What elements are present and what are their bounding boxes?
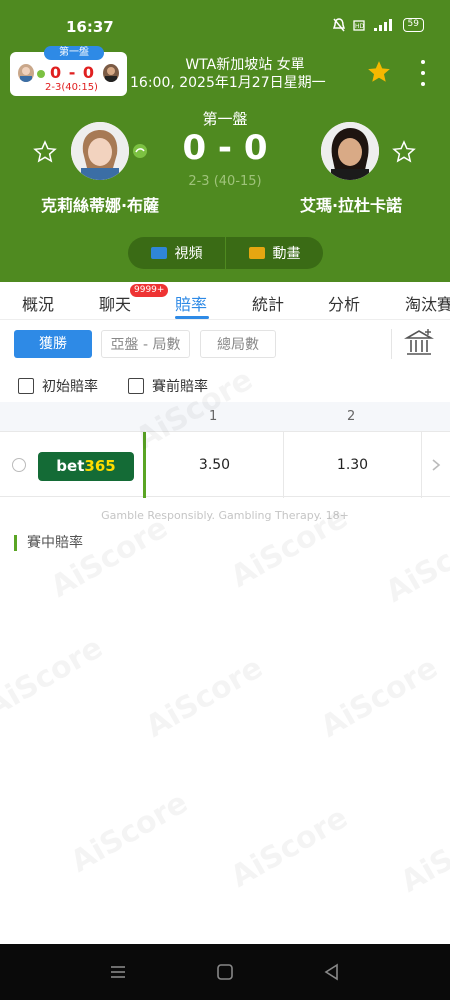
video-icon	[150, 247, 167, 259]
odds-row[interactable]: bet365 3.50 1.30	[0, 431, 450, 498]
odds-table-header: 1 2	[0, 402, 450, 432]
watermark: AiScore	[380, 515, 450, 610]
mini-avatar-player2	[103, 64, 119, 82]
active-tab-indicator	[175, 316, 209, 319]
column-header-2: 2	[347, 409, 356, 424]
filter-handicap-button[interactable]: 亞盤 - 局數	[101, 330, 190, 358]
cell-divider	[421, 432, 422, 498]
pre-match-odds-label: 賽前賠率	[152, 379, 208, 395]
player1-name[interactable]: 克莉絲蒂娜·布薩	[15, 192, 185, 216]
more-menu-icon[interactable]	[418, 60, 428, 86]
initial-odds-label: 初始賠率	[42, 379, 98, 395]
status-bar: 16:37 HD 59	[0, 0, 450, 48]
pre-match-odds-checkbox[interactable]: 賽前賠率	[128, 376, 208, 396]
tab-odds[interactable]: 賠率	[175, 291, 207, 315]
gamble-disclaimer: Gamble Responsibly. Gambling Therapy. 18…	[101, 509, 349, 522]
video-button[interactable]: 視頻	[128, 237, 225, 269]
animation-label: 動畫	[272, 246, 301, 262]
tab-stats[interactable]: 統計	[252, 291, 284, 315]
row-select-radio[interactable]	[12, 458, 26, 472]
serving-indicator-icon	[133, 144, 147, 158]
app-root: 16:37 HD 59 第一盤 0 - 0 2-3(40:15) WTA新加坡站…	[0, 0, 450, 1000]
checkbox-box	[128, 378, 144, 394]
home-icon[interactable]	[215, 962, 235, 982]
watermark: AiScore	[315, 650, 444, 745]
video-label: 視頻	[174, 246, 203, 262]
tab-knockout[interactable]: 淘汰賽	[405, 291, 450, 315]
back-icon[interactable]	[322, 962, 342, 982]
odds-value-player1[interactable]: 3.50	[146, 432, 283, 498]
battery-icon: 59	[402, 18, 424, 32]
odds-options: 初始賠率 賽前賠率	[0, 370, 450, 400]
column-header-1: 1	[209, 409, 218, 424]
current-set-label: 第一盤	[202, 110, 248, 128]
checkbox-box	[18, 378, 34, 394]
odds-value-player2[interactable]: 1.30	[284, 432, 421, 498]
watermark: AiScore	[0, 630, 109, 725]
favorite-star-icon[interactable]	[366, 59, 392, 85]
tournament-title: WTA新加坡站 女單	[185, 57, 305, 73]
watermark: AiScore	[140, 650, 269, 745]
tab-bar: 概況 聊天 賠率 統計 分析 淘汰賽	[0, 282, 450, 320]
player2-name[interactable]: 艾瑪·拉杜卡諾	[266, 192, 436, 216]
inplay-odds-title: 賽中賠率	[14, 535, 83, 551]
status-time: 16:37	[66, 18, 114, 36]
animation-button[interactable]: 動畫	[225, 237, 323, 269]
mini-serve-dot	[37, 70, 45, 78]
odds-filter-bar: 獲勝 亞盤 - 局數 總局數	[0, 321, 450, 367]
hd-signal-icon: HD	[352, 20, 365, 31]
follow-player2-star-icon[interactable]	[392, 140, 416, 164]
signal-icon	[373, 19, 392, 31]
tab-overview[interactable]: 概況	[22, 291, 54, 315]
status-icons: HD 59	[332, 18, 424, 32]
initial-odds-checkbox[interactable]: 初始賠率	[18, 376, 98, 396]
menu-icon[interactable]	[108, 962, 128, 982]
chat-badge: 9999+	[130, 284, 169, 297]
tab-analysis[interactable]: 分析	[328, 291, 360, 315]
mini-score: 0 - 0	[50, 63, 96, 82]
filter-total-button[interactable]: 總局數	[200, 330, 276, 358]
watermark: AiScore	[45, 510, 174, 605]
filter-divider	[391, 329, 392, 359]
tab-chat[interactable]: 聊天	[99, 291, 131, 315]
match-datetime: 16:00, 2025年1月27日星期一	[130, 75, 326, 91]
main-score: 0 - 0	[182, 128, 268, 168]
media-bar: 視頻 動畫	[128, 237, 323, 269]
bet365-logo: bet365	[38, 452, 134, 481]
bookmaker-settings-icon[interactable]	[404, 327, 434, 359]
watermark: AiScore	[65, 785, 194, 880]
player1-avatar[interactable]	[71, 122, 129, 180]
system-nav-bar	[0, 944, 450, 1000]
mini-set-label: 第一盤	[44, 46, 104, 60]
mini-sub-score: 2-3(40:15)	[45, 82, 98, 93]
mini-avatar-player1	[18, 64, 34, 82]
svg-text:HD: HD	[355, 23, 365, 30]
filter-win-button[interactable]: 獲勝	[14, 330, 92, 358]
mini-score-card[interactable]: 第一盤 0 - 0 2-3(40:15)	[10, 46, 127, 96]
watermark: AiScore	[395, 805, 450, 900]
watermark: AiScore	[225, 800, 354, 895]
animation-icon	[248, 247, 265, 259]
player2-avatar[interactable]	[321, 122, 379, 180]
game-score: 2-3 (40-15)	[188, 174, 262, 189]
mute-icon	[332, 18, 345, 32]
follow-player1-star-icon[interactable]	[33, 140, 57, 164]
chevron-right-icon[interactable]	[431, 458, 441, 472]
match-header: 16:37 HD 59 第一盤 0 - 0 2-3(40:15) WTA新加坡站…	[0, 0, 450, 282]
